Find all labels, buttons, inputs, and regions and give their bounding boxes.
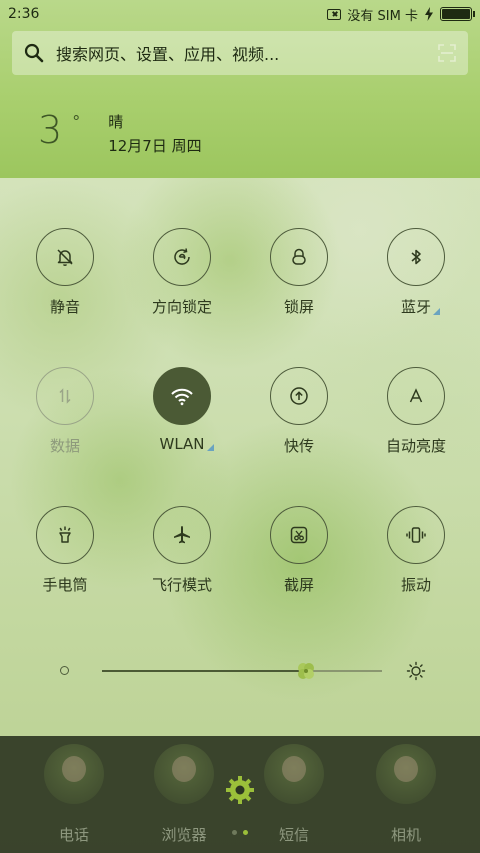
settings-indicator-icon xyxy=(206,444,214,451)
toggle-wlan-button[interactable] xyxy=(153,367,211,425)
settings-indicator-icon xyxy=(433,308,440,315)
status-bar: 2:36 没有 SIM 卡 xyxy=(0,0,480,28)
sim-status-text: 没有 SIM 卡 xyxy=(347,8,418,24)
mobile-data-icon xyxy=(59,388,71,404)
quick-transfer-icon xyxy=(290,387,308,405)
toggle-rotation-lock-button[interactable] xyxy=(153,228,211,286)
toggle-label: 飞行模式 xyxy=(151,576,212,594)
toggle-lock-screen-button[interactable] xyxy=(270,228,328,286)
dock-item-messages[interactable]: 短信 xyxy=(244,744,344,845)
dock-item-label: 电话 xyxy=(58,826,89,844)
brightness-track[interactable] xyxy=(102,663,382,679)
toggle-wlan[interactable]: WLAN xyxy=(132,367,232,453)
scan-icon[interactable] xyxy=(438,44,456,62)
camera-app-icon[interactable] xyxy=(376,744,436,804)
avatar xyxy=(172,756,196,782)
toggle-auto-brightness[interactable]: 自动亮度 xyxy=(366,367,466,456)
avatar xyxy=(394,756,418,782)
toggle-flashlight[interactable]: 手电筒 xyxy=(15,506,115,595)
toggle-silent[interactable]: 静音 xyxy=(15,228,115,317)
airplane-icon xyxy=(174,526,190,544)
toggle-label: 数据 xyxy=(49,437,80,455)
bell-off-icon xyxy=(57,249,73,267)
weather-condition: 晴 xyxy=(108,113,124,131)
toggle-label: 方向锁定 xyxy=(151,298,212,316)
toggle-rotation-lock[interactable]: 方向锁定 xyxy=(132,228,232,317)
no-sim-icon xyxy=(327,8,342,20)
weather-temperature: 3 xyxy=(38,108,63,152)
toggle-mobile-data-button[interactable] xyxy=(36,367,94,425)
toggle-label-with-settings: WLAN xyxy=(159,435,214,453)
status-indicators: 没有 SIM 卡 xyxy=(327,5,475,24)
toggle-bluetooth[interactable]: 蓝牙 xyxy=(366,228,466,317)
page-dot-active xyxy=(243,830,248,835)
brightness-low-icon xyxy=(60,666,69,675)
toggle-quick-transfer[interactable]: 快传 xyxy=(249,367,349,456)
toggle-silent-button[interactable] xyxy=(36,228,94,286)
toggle-label: 静音 xyxy=(49,298,80,316)
toggle-label: 自动亮度 xyxy=(385,437,446,455)
brightness-slider[interactable] xyxy=(0,655,480,685)
search-icon xyxy=(24,43,44,63)
bluetooth-icon xyxy=(411,249,421,265)
gear-icon[interactable] xyxy=(224,774,256,806)
toggle-label: 锁屏 xyxy=(283,298,314,316)
dock-item-label: 短信 xyxy=(278,826,309,844)
toggle-mobile-data[interactable]: 数据 xyxy=(15,367,115,456)
bolt-icon xyxy=(425,7,433,21)
toggle-vibrate-button[interactable] xyxy=(387,506,445,564)
browser-app-icon[interactable] xyxy=(154,744,214,804)
screenshot-icon xyxy=(290,526,308,544)
vibrate-icon xyxy=(406,527,426,543)
battery-icon xyxy=(440,7,475,21)
toggle-flashlight-button[interactable] xyxy=(36,506,94,564)
toggle-bluetooth-button[interactable] xyxy=(387,228,445,286)
avatar xyxy=(62,756,86,782)
toggle-airplane-mode[interactable]: 飞行模式 xyxy=(132,506,232,595)
toggle-screenshot[interactable]: 截屏 xyxy=(249,506,349,595)
wifi-icon xyxy=(171,388,193,406)
search-bar[interactable]: 搜索网页、设置、应用、视频... xyxy=(12,31,468,75)
phone-app-icon[interactable] xyxy=(44,744,104,804)
notification-header: 2:36 没有 SIM 卡 搜索网页、设置、应用、视频... 3 ° 晴 12月… xyxy=(0,0,480,178)
toggle-label: 截屏 xyxy=(283,576,314,594)
weather-info: 晴 12月7日 周四 xyxy=(108,110,201,158)
auto-brightness-icon xyxy=(409,388,423,403)
battery-fill xyxy=(442,9,470,19)
weather-degree-symbol: ° xyxy=(72,112,81,131)
messages-app-icon[interactable] xyxy=(264,744,324,804)
dock-item-label: 相机 xyxy=(390,826,421,844)
flashlight-icon xyxy=(59,526,71,543)
toggle-label-with-settings: 蓝牙 xyxy=(400,296,440,317)
toggle-label-text: 蓝牙 xyxy=(400,298,431,316)
status-time: 2:36 xyxy=(8,6,40,22)
toggle-label-text: WLAN xyxy=(159,435,205,453)
dock-item-label: 浏览器 xyxy=(161,826,207,844)
avatar xyxy=(282,756,306,782)
app-dock: 电话 浏览器 短信 相机 xyxy=(0,736,480,853)
toggle-label: 手电筒 xyxy=(42,576,88,594)
toggle-airplane-mode-button[interactable] xyxy=(153,506,211,564)
page-dot xyxy=(232,830,237,835)
dock-item-camera[interactable]: 相机 xyxy=(356,744,456,845)
weather-widget[interactable]: 3 ° 晴 12月7日 周四 xyxy=(38,110,202,158)
search-input[interactable]: 搜索网页、设置、应用、视频... xyxy=(56,41,438,65)
brightness-high-icon xyxy=(406,661,426,681)
lock-icon xyxy=(292,248,306,265)
toggle-auto-brightness-button[interactable] xyxy=(387,367,445,425)
weather-date: 12月7日 周四 xyxy=(108,137,202,155)
rotation-lock-icon xyxy=(174,248,190,265)
toggle-lock-screen[interactable]: 锁屏 xyxy=(249,228,349,317)
page-indicator xyxy=(232,830,248,835)
toggle-label: 快传 xyxy=(283,437,314,455)
toggle-vibrate[interactable]: 振动 xyxy=(366,506,466,595)
toggle-label: 振动 xyxy=(400,576,431,594)
brightness-fill xyxy=(102,670,307,672)
brightness-thumb-clover-icon[interactable] xyxy=(295,660,317,682)
toggle-screenshot-button[interactable] xyxy=(270,506,328,564)
dock-item-browser[interactable]: 浏览器 xyxy=(134,744,234,845)
toggle-quick-transfer-button[interactable] xyxy=(270,367,328,425)
dock-item-phone[interactable]: 电话 xyxy=(24,744,124,845)
